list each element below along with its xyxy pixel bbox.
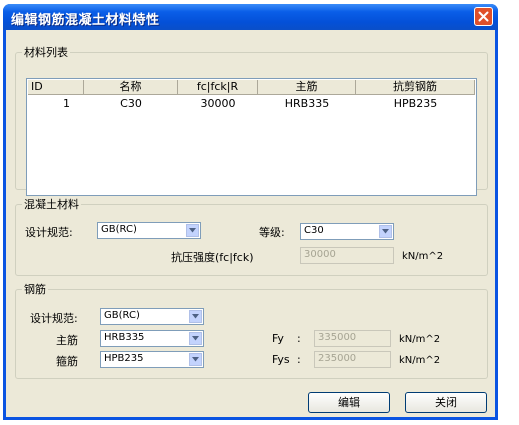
concrete-code-value: GB(RC)	[101, 224, 137, 235]
cell-main-rebar: HRB335	[284, 97, 330, 110]
fy-value: 335000	[318, 332, 357, 343]
fys-colon: :	[297, 353, 301, 366]
dialog-window: 编辑钢筋混凝土材料特性 材料列表 ID 名称 fc|fck|R 主筋 抗剪钢筋 …	[3, 4, 498, 420]
cell-strength: 30000	[200, 97, 236, 110]
column-header-main-rebar[interactable]: 主筋	[258, 80, 356, 95]
window-title: 编辑钢筋混凝土材料特性	[11, 13, 160, 28]
rebar-code-label: 设计规范:	[30, 312, 78, 325]
main-rebar-value: HRB335	[104, 332, 145, 343]
material-list-legend: 材料列表	[24, 46, 68, 59]
cell-shear-rebar: HPB235	[393, 97, 438, 110]
concrete-code-label: 设计规范:	[25, 226, 73, 239]
fy-label: Fy	[272, 332, 284, 345]
chevron-down-icon[interactable]	[379, 225, 392, 238]
grade-label: 等级:	[259, 226, 285, 239]
chevron-down-icon[interactable]	[189, 332, 202, 345]
window-close-button[interactable]	[474, 7, 493, 26]
cell-name: C30	[120, 97, 142, 110]
main-rebar-select[interactable]: HRB335	[100, 330, 204, 347]
main-rebar-label: 主筋	[56, 334, 78, 347]
column-header-name[interactable]: 名称	[84, 80, 178, 95]
material-list[interactable]: ID 名称 fc|fck|R 主筋 抗剪钢筋 1 C30 30000 HRB33…	[26, 78, 477, 196]
grade-select[interactable]: C30	[300, 223, 394, 240]
chevron-down-icon[interactable]	[189, 353, 202, 366]
fys-field[interactable]: 235000	[314, 351, 391, 368]
grade-value: C30	[304, 225, 324, 236]
close-x-icon	[478, 11, 489, 22]
close-button[interactable]: 关闭	[405, 392, 487, 413]
rebar-code-select[interactable]: GB(RC)	[100, 308, 204, 325]
concrete-legend: 混凝土材料	[24, 198, 79, 211]
compressive-strength-unit: kN/m^2	[402, 251, 444, 262]
title-bar[interactable]: 编辑钢筋混凝土材料特性	[3, 4, 498, 30]
stirrup-value: HPB235	[104, 353, 144, 364]
column-header-shear-rebar[interactable]: 抗剪钢筋	[356, 80, 475, 95]
fys-value: 235000	[318, 353, 357, 364]
fy-colon: :	[297, 332, 301, 345]
chevron-down-icon[interactable]	[189, 310, 202, 323]
compressive-strength-field[interactable]: 30000	[300, 247, 394, 264]
column-header-id[interactable]: ID	[28, 80, 84, 95]
fys-unit: kN/m^2	[399, 355, 441, 366]
fys-label: Fys	[272, 353, 290, 366]
compressive-strength-label: 抗压强度(fc|fck)	[171, 251, 254, 264]
column-header-strength[interactable]: fc|fck|R	[178, 80, 258, 95]
cell-id: 1	[63, 97, 70, 110]
dialog-body: 材料列表 ID 名称 fc|fck|R 主筋 抗剪钢筋 1 C30 30000 …	[6, 30, 495, 417]
edit-button[interactable]: 编辑	[308, 392, 390, 413]
chevron-down-icon[interactable]	[186, 224, 199, 237]
rebar-code-value: GB(RC)	[104, 310, 140, 321]
stirrup-label: 箍筋	[56, 355, 78, 368]
rebar-legend: 钢筋	[24, 283, 46, 296]
concrete-code-select[interactable]: GB(RC)	[97, 222, 201, 239]
compressive-strength-value: 30000	[304, 249, 336, 260]
material-list-group: 材料列表 ID 名称 fc|fck|R 主筋 抗剪钢筋 1 C30 30000 …	[15, 44, 488, 196]
fy-unit: kN/m^2	[399, 334, 441, 345]
stirrup-select[interactable]: HPB235	[100, 351, 204, 368]
fy-field[interactable]: 335000	[314, 330, 391, 347]
